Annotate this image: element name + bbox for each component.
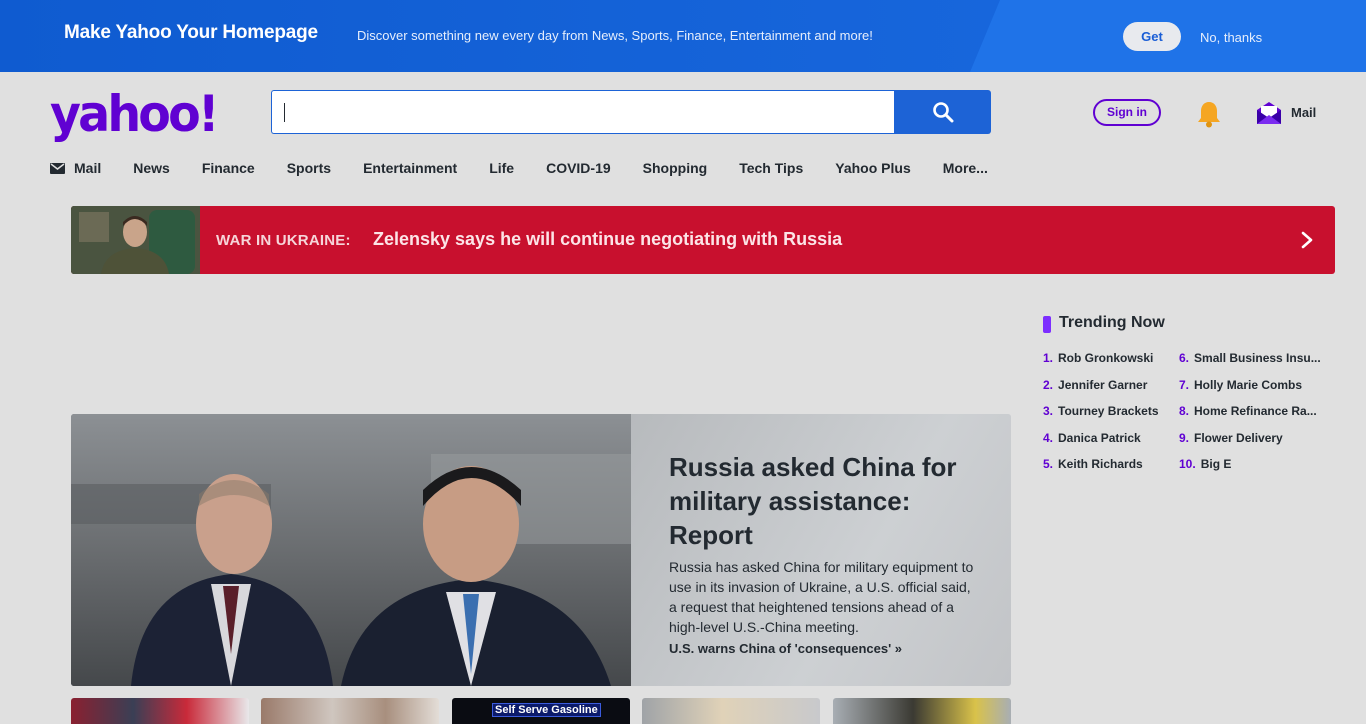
trending-label: Small Business Insu... xyxy=(1194,351,1321,365)
nav-item-label: Mail xyxy=(74,160,102,176)
hero-related-link[interactable]: U.S. warns China of 'consequences' » xyxy=(669,641,902,656)
notification-bell-icon[interactable] xyxy=(1196,100,1222,128)
mail-icon[interactable] xyxy=(1256,100,1282,126)
chevron-right-icon[interactable] xyxy=(1298,230,1316,250)
main-nav: Mail News Finance Sports Entertainment L… xyxy=(50,158,1020,178)
trending-title: Trending Now xyxy=(1059,314,1165,331)
trending-rank: 1. xyxy=(1043,351,1054,365)
text-caret xyxy=(284,103,285,122)
sign-in-button[interactable]: Sign in xyxy=(1093,99,1161,126)
hero-summary: Russia has asked China for military equi… xyxy=(669,559,974,635)
trending-label: Flower Delivery xyxy=(1194,430,1283,445)
search-button[interactable] xyxy=(894,90,991,134)
breaking-headline[interactable]: Zelensky says he will continue negotiati… xyxy=(373,229,842,250)
hero-photo xyxy=(71,414,631,686)
promo-subtitle: Discover something new every day from Ne… xyxy=(357,28,873,43)
story-thumbnail[interactable]: Self Serve Gasoline xyxy=(452,698,630,724)
trending-rank: 9. xyxy=(1179,430,1190,445)
trending-label: Home Refinance Ra... xyxy=(1194,404,1317,418)
search-icon xyxy=(932,102,953,123)
story-thumbnail[interactable] xyxy=(642,698,820,724)
zelensky-photo xyxy=(71,206,200,274)
trending-rank: 6. xyxy=(1179,351,1190,365)
trending-item[interactable]: 10. Big E xyxy=(1179,457,1333,484)
trending-rank: 7. xyxy=(1179,377,1190,392)
promo-decline-link[interactable]: No, thanks xyxy=(1200,30,1262,45)
promo-get-button[interactable]: Get xyxy=(1123,22,1181,51)
nav-item-news[interactable]: News xyxy=(133,160,170,176)
gas-sign-text: Self Serve Gasoline xyxy=(492,703,601,717)
trending-accent-bar xyxy=(1043,316,1051,333)
trending-label: Keith Richards xyxy=(1058,457,1143,471)
nav-item-sports[interactable]: Sports xyxy=(287,160,331,176)
nav-item-yahoo-plus[interactable]: Yahoo Plus xyxy=(835,160,910,176)
trending-item[interactable]: 7. Holly Marie Combs xyxy=(1179,378,1333,405)
trending-rank: 2. xyxy=(1043,377,1054,392)
trending-item[interactable]: 6. Small Business Insu... xyxy=(1179,351,1333,378)
nav-item-tech-tips[interactable]: Tech Tips xyxy=(739,160,803,176)
nav-item-life[interactable]: Life xyxy=(489,160,514,176)
trending-rank: 10. xyxy=(1179,457,1196,471)
nav-item-mail[interactable]: Mail xyxy=(50,160,101,176)
story-thumbnail[interactable] xyxy=(833,698,1011,724)
nav-item-finance[interactable]: Finance xyxy=(202,160,255,176)
trending-item[interactable]: 4. Danica Patrick xyxy=(1043,431,1179,458)
trending-label: Big E xyxy=(1200,457,1232,471)
trending-rank: 5. xyxy=(1043,457,1054,471)
trending-item[interactable]: 3. Tourney Brackets xyxy=(1043,404,1179,431)
nav-item-more[interactable]: More... xyxy=(943,160,988,176)
promo-title: Make Yahoo Your Homepage xyxy=(64,22,318,43)
trending-item[interactable]: 8. Home Refinance Ra... xyxy=(1179,404,1333,431)
trending-item[interactable]: 9. Flower Delivery xyxy=(1179,431,1333,458)
nav-item-shopping[interactable]: Shopping xyxy=(643,160,708,176)
nav-item-entertainment[interactable]: Entertainment xyxy=(363,160,457,176)
trending-label: Tourney Brackets xyxy=(1058,404,1159,418)
hero-text-panel: Russia asked China for military assistan… xyxy=(631,414,1011,686)
envelope-icon xyxy=(50,162,65,174)
nav-item-covid[interactable]: COVID-19 xyxy=(546,160,611,176)
trending-list: 1. Rob Gronkowski 2. Jennifer Garner 3. Tou… xyxy=(1043,351,1333,484)
yahoo-logo[interactable]: yahoo! xyxy=(50,84,220,144)
trending-label: Jennifer Garner xyxy=(1058,377,1148,392)
trending-rank: 4. xyxy=(1043,430,1054,445)
trending-label: Rob Gronkowski xyxy=(1058,351,1154,365)
trending-item[interactable]: 1. Rob Gronkowski xyxy=(1043,351,1179,378)
putin-xi-photo xyxy=(71,414,631,686)
breaking-news-bar[interactable]: WAR IN UKRAINE: Zelensky says he will co… xyxy=(71,206,1335,274)
trending-rank: 8. xyxy=(1179,404,1190,418)
story-thumbnail[interactable] xyxy=(71,698,249,724)
trending-label: Danica Patrick xyxy=(1058,430,1141,445)
story-thumbnail[interactable] xyxy=(261,698,439,724)
trending-rank: 3. xyxy=(1043,404,1054,418)
mail-link[interactable]: Mail xyxy=(1291,105,1316,120)
search-input[interactable] xyxy=(272,91,895,133)
breaking-label: WAR IN UKRAINE: xyxy=(216,232,351,249)
trending-item[interactable]: 5. Keith Richards xyxy=(1043,457,1179,484)
homepage-promo-banner: Make Yahoo Your Homepage Discover someth… xyxy=(0,0,1366,72)
trending-item[interactable]: 2. Jennifer Garner xyxy=(1043,378,1179,405)
breaking-news-thumbnail xyxy=(71,206,200,274)
search-box[interactable] xyxy=(271,90,895,134)
hero-title[interactable]: Russia asked China for military assistan… xyxy=(669,450,979,552)
trending-label: Holly Marie Combs xyxy=(1194,377,1303,392)
hero-story[interactable]: Russia asked China for military assistan… xyxy=(71,414,1011,686)
